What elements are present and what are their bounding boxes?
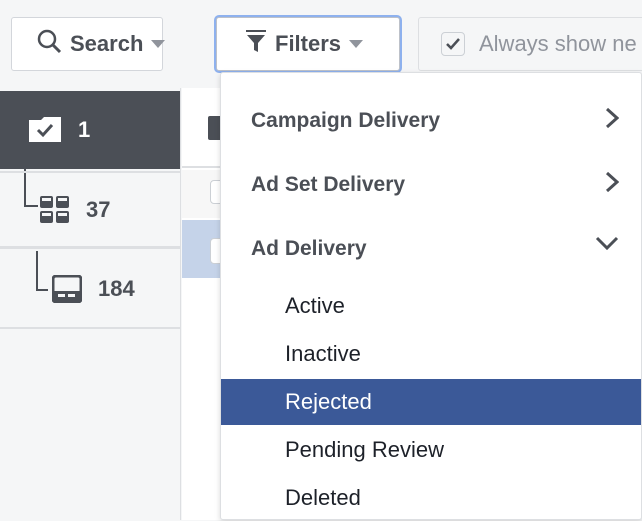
chevron-down-icon bbox=[595, 232, 619, 256]
search-icon bbox=[36, 28, 62, 60]
option-label: Inactive bbox=[285, 341, 361, 366]
always-show-toggle[interactable]: Always show ne bbox=[418, 17, 642, 71]
ad-icon bbox=[52, 275, 82, 303]
chevron-right-icon bbox=[605, 107, 620, 135]
chevron-down-icon bbox=[151, 40, 166, 48]
adsets-grid-icon bbox=[40, 195, 70, 224]
search-button[interactable]: Search bbox=[11, 17, 166, 71]
filter-option-inactive[interactable]: Inactive bbox=[221, 331, 641, 377]
option-label: Rejected bbox=[285, 389, 372, 414]
campaign-folder-icon bbox=[28, 117, 62, 143]
chevron-down-icon bbox=[349, 40, 364, 48]
filter-group-label: Ad Delivery bbox=[251, 237, 367, 260]
filter-group-ad-delivery[interactable]: Ad Delivery bbox=[251, 229, 619, 269]
checkmark-icon bbox=[446, 38, 460, 50]
filter-icon bbox=[245, 28, 267, 60]
filters-label: Filters bbox=[275, 31, 342, 56]
adsets-count: 37 bbox=[86, 196, 111, 222]
filter-option-active[interactable]: Active bbox=[221, 283, 641, 329]
level-sidebar: 1 37 184 bbox=[0, 88, 181, 520]
sidebar-item-adsets[interactable]: 37 bbox=[0, 171, 180, 249]
filter-option-rejected[interactable]: Rejected bbox=[221, 379, 641, 425]
filters-button[interactable]: Filters bbox=[216, 17, 400, 71]
table-peek bbox=[182, 88, 224, 520]
filter-group-label: Campaign Delivery bbox=[251, 109, 441, 132]
option-label: Active bbox=[285, 293, 345, 318]
campaigns-count: 1 bbox=[78, 117, 91, 142]
ads-count: 184 bbox=[98, 276, 135, 301]
option-label: Pending Review bbox=[285, 437, 444, 462]
filter-group-label: Ad Set Delivery bbox=[251, 173, 406, 196]
filter-option-deleted[interactable]: Deleted bbox=[221, 475, 641, 521]
chevron-right-icon bbox=[605, 171, 620, 199]
filter-group-campaign-delivery[interactable]: Campaign Delivery bbox=[251, 101, 620, 141]
filter-group-adset-delivery[interactable]: Ad Set Delivery bbox=[251, 165, 620, 205]
sidebar-item-ads[interactable]: 184 bbox=[0, 251, 180, 329]
option-label: Deleted bbox=[285, 485, 361, 510]
sidebar-item-campaigns[interactable]: 1 bbox=[0, 91, 180, 169]
filters-dropdown-menu: Campaign Delivery Ad Set Delivery Ad Del… bbox=[220, 72, 642, 520]
always-show-checkbox[interactable] bbox=[441, 32, 465, 56]
always-show-label: Always show ne bbox=[479, 31, 637, 56]
search-label: Search bbox=[70, 31, 144, 56]
filter-option-pending-review[interactable]: Pending Review bbox=[221, 427, 641, 473]
